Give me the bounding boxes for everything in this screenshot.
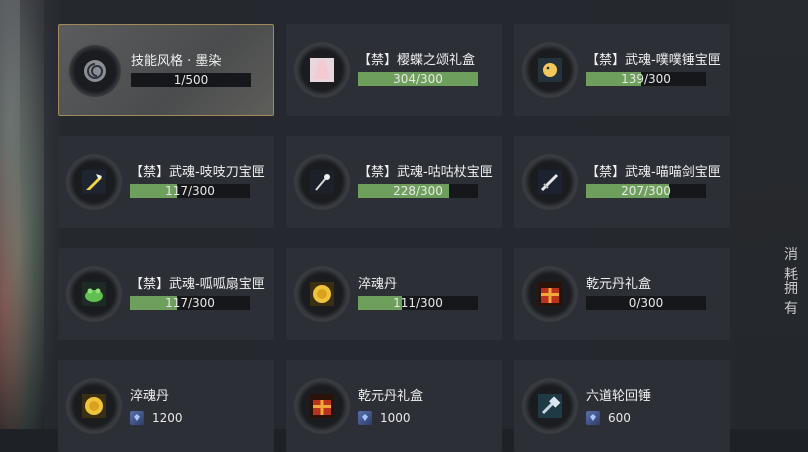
item-icon-frame [524,380,576,432]
progress-bar: 117/300 [130,184,250,198]
dress-icon [310,58,334,82]
gem-currency-icon [358,411,372,425]
gold-coin-icon [310,282,334,306]
progress-text: 1/500 [173,73,209,87]
gold-coin-icon [82,394,106,418]
gem-currency-icon [586,411,600,425]
item-card[interactable]: 【禁】武魂-喵喵剑宝匣 207/300 [514,136,730,228]
progress-bar: 111/300 [358,296,478,310]
item-card[interactable]: 淬魂丹 111/300 [286,248,502,340]
progress-bar: 117/300 [130,296,250,310]
progress-text: 139/300 [621,72,671,86]
hammer-icon [538,394,562,418]
item-card[interactable]: 乾元丹礼盒 0/300 [514,248,730,340]
item-icon-frame [296,380,348,432]
progress-text: 304/300 [393,72,443,86]
own-label: 拥有 [784,281,798,317]
sword-icon [538,170,562,194]
progress-text: 117/300 [165,184,215,198]
progress-bar: 228/300 [358,184,478,198]
cost-value: 600 [608,411,631,425]
item-icon-frame [524,44,576,96]
staff-icon [310,170,334,194]
item-name: 【禁】武魂-咕咕杖宝匣 [358,165,493,180]
frog-fan-icon [82,282,106,306]
progress-bar: 207/300 [586,184,706,198]
progress-text: 228/300 [393,184,443,198]
item-card[interactable]: 淬魂丹 1200 [58,360,274,452]
cost-value: 1000 [380,411,411,425]
item-cost: 600 [586,410,631,426]
item-name: 【禁】武魂-吱吱刀宝匣 [130,165,265,180]
item-icon-frame [296,268,348,320]
gem-currency-icon [130,411,144,425]
progress-bar: 139/300 [586,72,706,86]
item-icon-frame [69,45,121,97]
swirl-icon [83,59,107,83]
gift-box-icon [310,394,334,418]
item-card[interactable]: 【禁】武魂-咕咕杖宝匣 228/300 [286,136,502,228]
item-name: 【禁】武魂-噗噗锤宝匣 [586,53,721,68]
item-name: 淬魂丹 [130,389,170,404]
item-card[interactable]: 技能风格 · 墨染 1/500 [58,24,274,116]
cost-value: 1200 [152,411,183,425]
item-cost: 1200 [130,410,183,426]
progress-text: 117/300 [165,296,215,310]
item-icon-frame [524,268,576,320]
item-icon-frame [524,156,576,208]
item-card[interactable]: 【禁】樱蝶之颂礼盒 304/300 [286,24,502,116]
item-icon-frame [68,268,120,320]
progress-text: 207/300 [621,184,671,198]
feather-blade-icon [82,170,106,194]
item-card[interactable]: 【禁】武魂-噗噗锤宝匣 139/300 [514,24,730,116]
item-name: 【禁】武魂-呱呱扇宝匣 [130,277,265,292]
item-name: 淬魂丹 [358,277,398,292]
item-icon-frame [68,156,120,208]
item-name: 技能风格 · 墨染 [131,54,222,69]
item-name: 【禁】樱蝶之颂礼盒 [358,53,476,68]
item-card[interactable]: 【禁】武魂-吱吱刀宝匣 117/300 [58,136,274,228]
item-name: 乾元丹礼盒 [358,389,424,404]
progress-text: 0/300 [628,296,664,310]
progress-bar: 1/500 [131,73,251,87]
gift-box-icon [538,282,562,306]
item-card[interactable]: 六道轮回锤 600 [514,360,730,452]
progress-text: 111/300 [393,296,443,310]
item-name: 【禁】武魂-喵喵剑宝匣 [586,165,721,180]
pufferfish-icon [538,58,562,82]
item-card[interactable]: 【禁】武魂-呱呱扇宝匣 117/300 [58,248,274,340]
item-icon-frame [296,44,348,96]
item-card[interactable]: 乾元丹礼盒 1000 [286,360,502,452]
item-name: 乾元丹礼盒 [586,277,652,292]
item-icon-frame [296,156,348,208]
item-icon-frame [68,380,120,432]
progress-bar: 304/300 [358,72,478,86]
item-name: 六道轮回锤 [586,389,652,404]
progress-bar: 0/300 [586,296,706,310]
side-panel [735,0,808,429]
item-cost: 1000 [358,410,411,426]
